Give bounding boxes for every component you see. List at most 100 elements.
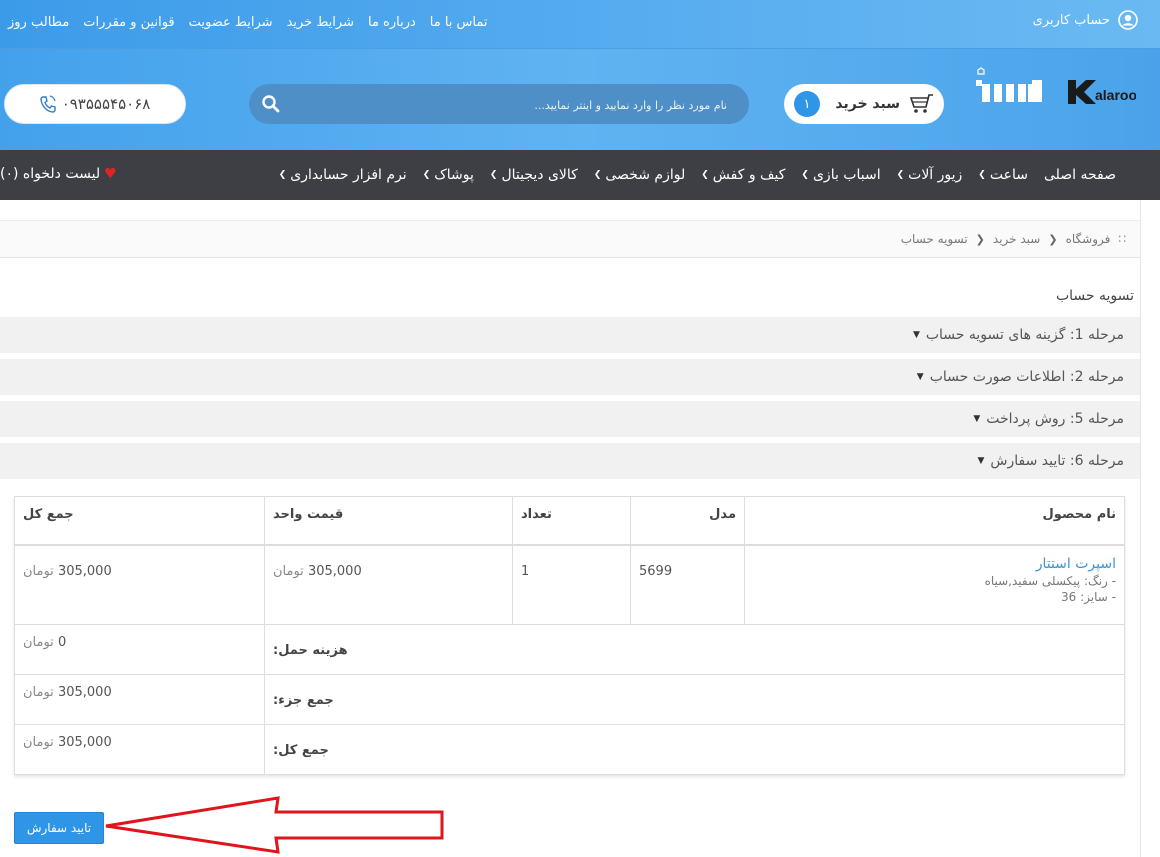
nav-item-jewelry[interactable]: زیور آلات ❯ — [897, 167, 963, 183]
heart-icon: ♥ — [104, 166, 117, 182]
step-payment-method[interactable]: مرحله 5: روش پرداخت ▼ — [0, 401, 1140, 437]
header-unit-price: قیمت واحد — [264, 496, 513, 546]
nav-item-bags-shoes[interactable]: کیف و کفش ❯ — [701, 167, 785, 183]
caret-down-icon: ▼ — [973, 414, 981, 424]
top-link-about[interactable]: درباره ما — [368, 15, 416, 30]
step-billing-details[interactable]: مرحله 2: اطلاعات صورت حساب ▼ — [0, 359, 1140, 395]
top-link-membership-terms[interactable]: شرایط عضویت — [189, 15, 273, 30]
top-bar: تماس با ما درباره ما شرایط خرید شرایط عض… — [0, 0, 1160, 49]
breadcrumb-shop[interactable]: فروشگاه — [1066, 232, 1111, 246]
chevron-left-icon: ❮ — [975, 232, 985, 246]
chevron-down-icon: ❯ — [801, 170, 809, 180]
grand-total-label: جمع کل: — [273, 743, 329, 758]
table-row: اسپرت استتار - رنگ: پیکسلی سفید,سیاه - س… — [14, 544, 1125, 625]
nav-item-watch[interactable]: ساعت ❯ — [978, 167, 1028, 183]
chevron-down-icon: ❯ — [978, 170, 986, 180]
cart-label: سبد خرید — [835, 96, 900, 112]
cart-icon — [909, 94, 933, 113]
step-confirm-order[interactable]: مرحله 6: تایید سفارش ▼ — [0, 443, 1140, 479]
grand-total-value: 305,000 — [57, 735, 112, 750]
shipping-label: هزینه حمل: — [273, 643, 348, 658]
account-link[interactable]: حساب کاربری — [1033, 10, 1138, 30]
search-input[interactable] — [305, 93, 729, 117]
nav-item-digital[interactable]: کالای دیجیتال ❯ — [490, 167, 578, 183]
chevron-down-icon: ❯ — [896, 170, 905, 180]
nav-item-label: صفحه اصلی — [1043, 167, 1116, 183]
table-header-row: نام محصول مدل تعداد قیمت واحد جمع کل — [14, 496, 1125, 546]
top-link-articles[interactable]: مطالب روز — [8, 15, 69, 30]
wishlist-link[interactable]: ♥ لیست دلخواه (۰) — [0, 166, 117, 182]
cart-button[interactable]: سبد خرید ۱ — [784, 84, 944, 124]
chevron-down-icon: ❯ — [278, 170, 287, 180]
nav-item-label: کالای دیجیتال — [501, 167, 578, 183]
site-logo[interactable]: alarooz — [976, 66, 1136, 114]
step-label: مرحله 6: تایید سفارش — [990, 453, 1124, 469]
table-row-shipping: هزینه حمل: 0 تومان — [14, 624, 1125, 675]
page-title: تسویه حساب — [1055, 288, 1134, 304]
step-label: مرحله 2: اطلاعات صورت حساب — [929, 369, 1124, 385]
nav-item-label: زیور آلات — [908, 167, 963, 183]
breadcrumb-dots-icon: ∷ — [1118, 232, 1126, 246]
nav-item-home[interactable]: صفحه اصلی — [1044, 167, 1116, 183]
top-links: تماس با ما درباره ما شرایط خرید شرایط عض… — [8, 15, 488, 30]
subtotal-label: جمع جزء: — [273, 693, 334, 708]
main-nav: صفحه اصلی ساعت ❯ زیور آلات ❯ اسباب بازی ❯ ک… — [0, 150, 1160, 200]
currency-label: تومان — [23, 685, 54, 700]
nav-item-label: پوشاک — [434, 167, 474, 183]
shipping-value-cell: 0 تومان — [14, 624, 265, 675]
nav-item-accounting[interactable]: نرم افزار حسابداری ❯ — [279, 167, 407, 183]
nav-items: صفحه اصلی ساعت ❯ زیور آلات ❯ اسباب بازی ❯ ک… — [279, 150, 1116, 200]
chevron-left-icon: ❮ — [1048, 232, 1058, 246]
wishlist-label: لیست دلخواه (۰) — [0, 166, 101, 182]
product-name-link[interactable]: اسپرت استتار — [753, 556, 1116, 572]
nav-item-clothing[interactable]: پوشاک ❯ — [423, 167, 474, 183]
nav-item-personal[interactable]: لوازم شخصی ❯ — [594, 167, 685, 183]
header-product-name: نام محصول — [744, 496, 1125, 546]
annotation-arrow-icon — [105, 796, 444, 854]
unit-price-value: 305,000 — [307, 563, 362, 579]
total-value: 305,000 — [57, 563, 112, 579]
top-link-contact[interactable]: تماس با ما — [430, 15, 488, 30]
order-table: نام محصول مدل تعداد قیمت واحد جمع کل اسپ… — [14, 496, 1125, 775]
currency-label: تومان — [273, 563, 304, 579]
currency-label: تومان — [23, 735, 54, 750]
breadcrumb-cart[interactable]: سبد خرید — [993, 232, 1040, 246]
phone-icon — [39, 95, 56, 113]
nav-item-label: نرم افزار حسابداری — [290, 167, 407, 183]
header-quantity: تعداد — [512, 496, 631, 546]
phone-number: ۰۹۳۵۵۵۴۵۰۶۸ — [61, 95, 151, 113]
step-label: مرحله 5: روش پرداخت — [986, 411, 1124, 427]
confirm-order-button[interactable]: تایید سفارش — [14, 812, 104, 844]
content-border — [1140, 200, 1141, 857]
nav-item-label: لوازم شخصی — [605, 167, 686, 183]
cart-count-badge: ۱ — [794, 91, 820, 117]
top-link-rules[interactable]: قوانین و مقررات — [83, 15, 174, 30]
account-label: حساب کاربری — [1032, 12, 1110, 28]
svg-text:alarooz: alarooz — [1095, 87, 1136, 103]
unit-price-cell: 305,000 تومان — [264, 544, 513, 625]
breadcrumb: ∷ فروشگاه ❮ سبد خرید ❮ تسویه حساب — [0, 220, 1140, 258]
chevron-down-icon: ❯ — [422, 170, 431, 180]
nav-item-label: کیف و کفش — [712, 167, 786, 183]
nav-item-toys[interactable]: اسباب بازی ❯ — [801, 167, 880, 183]
grand-total-value-cell: 305,000 تومان — [14, 724, 265, 775]
step-checkout-options[interactable]: مرحله 1: گزینه های تسویه حساب ▼ — [0, 317, 1140, 353]
top-link-purchase-terms[interactable]: شرایط خرید — [287, 15, 354, 30]
caret-down-icon: ▼ — [912, 330, 920, 340]
product-option: - سایز: 36 — [1061, 589, 1116, 604]
currency-label: تومان — [23, 635, 54, 650]
grand-total-label-cell: جمع کل: — [264, 724, 1125, 775]
search-bar — [249, 84, 749, 124]
subtotal-value-cell: 305,000 تومان — [14, 674, 265, 725]
phone-pill[interactable]: ۰۹۳۵۵۵۴۵۰۶۸ — [4, 84, 186, 124]
subtotal-label-cell: جمع جزء: — [264, 674, 1125, 725]
user-icon — [1118, 10, 1138, 30]
header-model: مدل — [630, 496, 745, 546]
total-cell: 305,000 تومان — [14, 544, 265, 625]
model-cell: 5699 — [630, 544, 745, 625]
caret-down-icon: ▼ — [977, 456, 985, 466]
search-icon[interactable] — [261, 94, 281, 114]
quantity-cell: 1 — [512, 544, 631, 625]
breadcrumb-checkout[interactable]: تسویه حساب — [901, 232, 968, 246]
caret-down-icon: ▼ — [916, 372, 924, 382]
